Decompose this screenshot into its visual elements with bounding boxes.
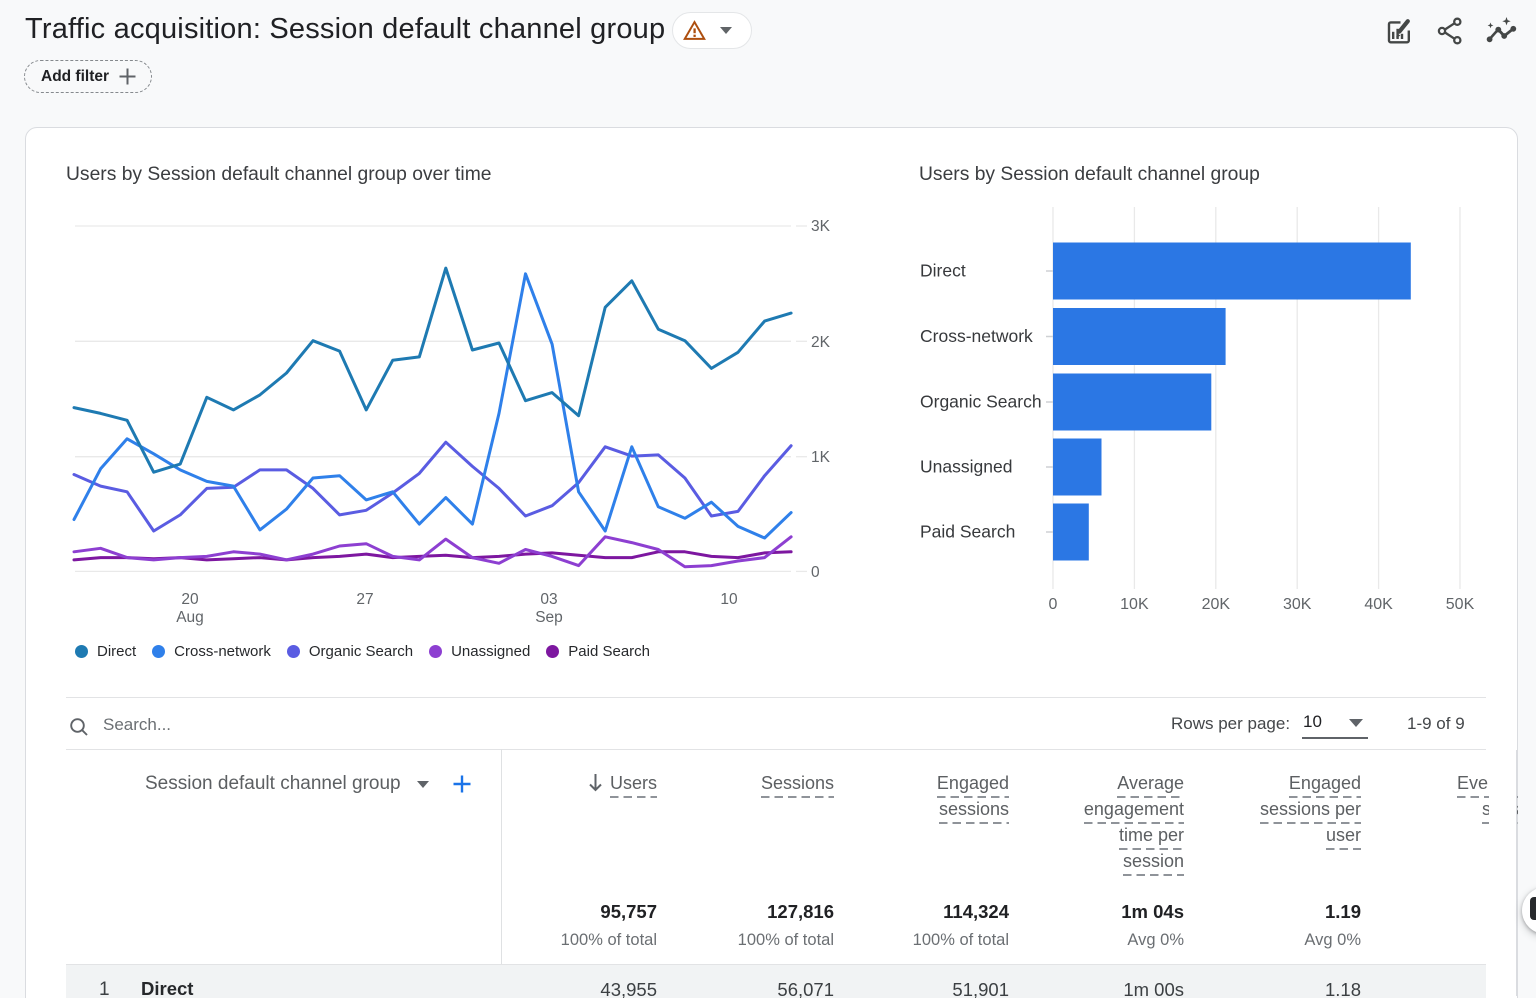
svg-text:Paid Search: Paid Search <box>920 522 1015 542</box>
svg-text:0: 0 <box>811 564 820 581</box>
svg-text:Cross-network: Cross-network <box>920 326 1033 346</box>
svg-text:30K: 30K <box>1283 596 1312 613</box>
svg-text:20: 20 <box>181 591 199 608</box>
svg-text:0: 0 <box>1049 596 1058 613</box>
svg-text:40K: 40K <box>1364 596 1393 613</box>
svg-text:03: 03 <box>540 591 557 608</box>
svg-text:20K: 20K <box>1202 596 1231 613</box>
svg-text:Organic Search: Organic Search <box>920 392 1042 412</box>
svg-text:10K: 10K <box>1120 596 1149 613</box>
svg-text:Unassigned: Unassigned <box>920 457 1012 477</box>
svg-text:Aug: Aug <box>176 609 204 626</box>
svg-text:2K: 2K <box>811 334 831 351</box>
svg-text:10: 10 <box>720 591 738 608</box>
svg-text:27: 27 <box>356 591 373 608</box>
svg-text:50K: 50K <box>1446 596 1475 613</box>
svg-text:1K: 1K <box>811 449 831 466</box>
svg-text:Sep: Sep <box>535 609 563 626</box>
svg-text:Direct: Direct <box>920 261 966 281</box>
svg-text:3K: 3K <box>811 218 831 235</box>
